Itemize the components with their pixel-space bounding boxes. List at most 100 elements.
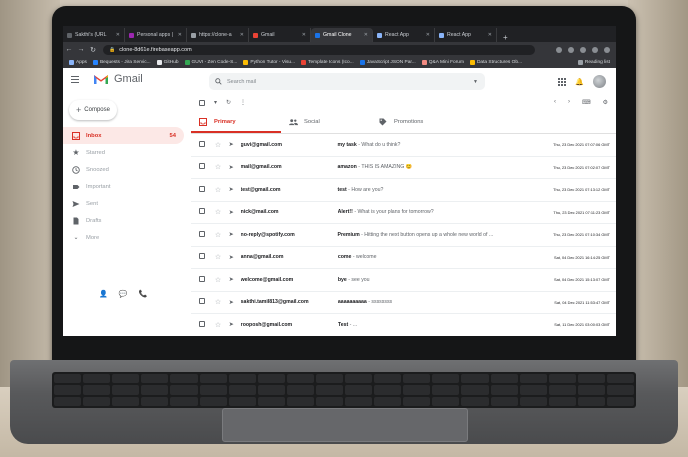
browser-tab[interactable]: Personal apps | ✕ (125, 28, 187, 42)
search-bar[interactable]: Search mail ▼ (209, 73, 485, 90)
gmail-logo[interactable]: Gmail (93, 73, 143, 85)
browser-tab[interactable]: https://clone-a ✕ (187, 28, 249, 42)
sidebar-item-starred[interactable]: ★ Starred (63, 144, 191, 161)
email-row[interactable]: ☆ ➤ sakthi.tamil813@gmail.com aaaaaaaaaa… (191, 292, 616, 314)
chevron-left-icon[interactable]: ‹ (554, 99, 556, 106)
star-icon[interactable]: ☆ (215, 141, 229, 149)
tab-primary[interactable]: Primary (191, 111, 281, 133)
browser-tab[interactable]: Gmail Clone ✕ (311, 28, 373, 42)
chrome-menu-icon[interactable] (604, 46, 610, 53)
important-marker-icon[interactable]: ➤ (229, 321, 241, 328)
important-marker-icon[interactable]: ➤ (229, 209, 241, 216)
important-marker-icon[interactable]: ➤ (229, 164, 241, 171)
star-icon[interactable]: ☆ (215, 208, 229, 216)
settings-gear-icon[interactable]: ⚙ (603, 99, 608, 106)
reading-list[interactable]: Reading list (577, 60, 610, 65)
email-row[interactable]: ☆ ➤ guvi@gmail.com my task - What do u t… (191, 134, 616, 157)
important-marker-icon[interactable]: ➤ (229, 254, 241, 261)
refresh-icon[interactable]: ↻ (226, 99, 231, 106)
bookmark-item[interactable]: Q&A Mini Forum (421, 60, 464, 65)
hamburger-menu-icon[interactable] (71, 76, 79, 84)
close-tab-icon[interactable]: ✕ (488, 32, 492, 38)
bookmark-item[interactable]: GitHub (156, 60, 179, 65)
notifications-icon[interactable]: 🔔 (575, 78, 584, 86)
email-checkbox[interactable] (199, 185, 205, 192)
select-dropdown-icon[interactable]: ▾ (214, 99, 217, 106)
email-row[interactable]: ☆ ➤ anna@gmail.com come - welcome Sat, 0… (191, 247, 616, 269)
search-icon[interactable] (215, 78, 222, 85)
important-marker-icon[interactable]: ➤ (229, 276, 241, 283)
keyboard-icon[interactable]: ⌨ (582, 99, 591, 106)
bookmark-item[interactable]: Python Tutor - Visu... (243, 60, 295, 65)
star-icon[interactable]: ☆ (215, 276, 229, 284)
star-icon[interactable]: ☆ (215, 253, 229, 261)
star-icon[interactable]: ☆ (215, 163, 229, 171)
email-row[interactable]: ☆ ➤ rooposh@gmail.com Test - ... Sat, 11… (191, 314, 616, 336)
email-checkbox[interactable] (199, 208, 205, 215)
email-checkbox[interactable] (199, 320, 205, 327)
close-tab-icon[interactable]: ✕ (426, 32, 430, 38)
sidebar-item-sent[interactable]: Sent (63, 195, 191, 212)
sidebar-item-snoozed[interactable]: Snoozed (63, 161, 191, 178)
google-apps-icon[interactable] (558, 77, 567, 86)
search-options-icon[interactable]: ▼ (473, 79, 478, 85)
tab-promotions[interactable]: Promotions (371, 111, 461, 133)
important-marker-icon[interactable]: ➤ (229, 141, 241, 148)
star-icon[interactable]: ☆ (215, 321, 229, 329)
email-checkbox[interactable] (199, 275, 205, 282)
extensions-icon[interactable] (580, 46, 586, 53)
close-tab-icon[interactable]: ✕ (240, 32, 244, 38)
browser-tab[interactable]: Gmail ✕ (249, 28, 311, 42)
email-checkbox[interactable] (199, 298, 205, 305)
close-tab-icon[interactable]: ✕ (116, 32, 120, 38)
star-icon[interactable]: ☆ (215, 298, 229, 306)
close-tab-icon[interactable]: ✕ (302, 32, 306, 38)
hangouts-icon[interactable]: 💬 (119, 290, 128, 298)
close-tab-icon[interactable]: ✕ (178, 32, 182, 38)
bookmark-item[interactable]: Bequests - Jira Servic... (92, 60, 151, 65)
important-marker-icon[interactable]: ➤ (229, 231, 241, 238)
address-bar[interactable]: 🔒 clone-8d61e.firebaseapp.com (103, 44, 535, 55)
close-tab-icon[interactable]: ✕ (364, 32, 368, 38)
bookmark-item[interactable]: Apps (69, 60, 87, 65)
chevron-right-icon[interactable]: › (568, 99, 570, 106)
email-checkbox[interactable] (199, 140, 205, 147)
reload-icon[interactable]: ↻ (87, 46, 99, 54)
email-row[interactable]: ☆ ➤ nick@mail.com Alert!! - What is your… (191, 202, 616, 224)
email-checkbox[interactable] (199, 230, 205, 237)
new-tab-button[interactable]: + (497, 33, 514, 42)
phone-icon[interactable]: 📞 (138, 290, 147, 298)
avatar[interactable] (593, 75, 606, 88)
sidebar-item-important[interactable]: Important (63, 178, 191, 195)
select-all-checkbox[interactable] (199, 99, 205, 106)
tab-social[interactable]: Social (281, 111, 371, 133)
email-checkbox[interactable] (199, 163, 205, 170)
star-icon[interactable]: ☆ (215, 186, 229, 194)
forward-icon[interactable]: → (75, 46, 87, 53)
bookmark-item[interactable]: Data Structures Ob... (469, 60, 522, 65)
compose-button[interactable]: + Compose (69, 100, 117, 120)
browser-tab[interactable]: React App ✕ (373, 28, 435, 42)
bookmark-item[interactable]: Template Icons (Ico... (301, 60, 354, 65)
bookmark-item[interactable]: JavaScript JSON Par... (359, 60, 416, 65)
more-vert-icon[interactable]: ⋮ (240, 99, 246, 106)
sidebar-item-more[interactable]: ⌄ More (63, 229, 191, 246)
star-icon[interactable]: ☆ (215, 231, 229, 239)
email-row[interactable]: ☆ ➤ welcome@gmail.com bye - see you Sat,… (191, 269, 616, 292)
email-row[interactable]: ☆ ➤ mail@gmail.com amazon - THIS IS AMAZ… (191, 157, 616, 179)
browser-tab[interactable]: Sakthi's (URL ✕ (63, 28, 125, 42)
profile-icon[interactable] (592, 46, 598, 53)
bookmark-star-icon[interactable] (568, 46, 574, 53)
browser-tab[interactable]: React App ✕ (435, 28, 497, 42)
person-icon[interactable]: 👤 (99, 290, 108, 298)
search-input[interactable]: Search mail (227, 79, 256, 85)
sidebar-item-inbox[interactable]: Inbox 54 (63, 127, 184, 144)
sidebar-item-drafts[interactable]: Drafts (63, 212, 191, 229)
bookmark-item[interactable]: GUVI - Zen Code-S... (184, 60, 237, 65)
share-icon[interactable] (556, 46, 562, 53)
email-row[interactable]: ☆ ➤ test@gmail.com test - How are you? T… (191, 179, 616, 202)
email-row[interactable]: ☆ ➤ no-reply@spotify.com Premium - Hitti… (191, 224, 616, 247)
important-marker-icon[interactable]: ➤ (229, 299, 241, 306)
back-icon[interactable]: ← (63, 46, 75, 53)
important-marker-icon[interactable]: ➤ (229, 186, 241, 193)
